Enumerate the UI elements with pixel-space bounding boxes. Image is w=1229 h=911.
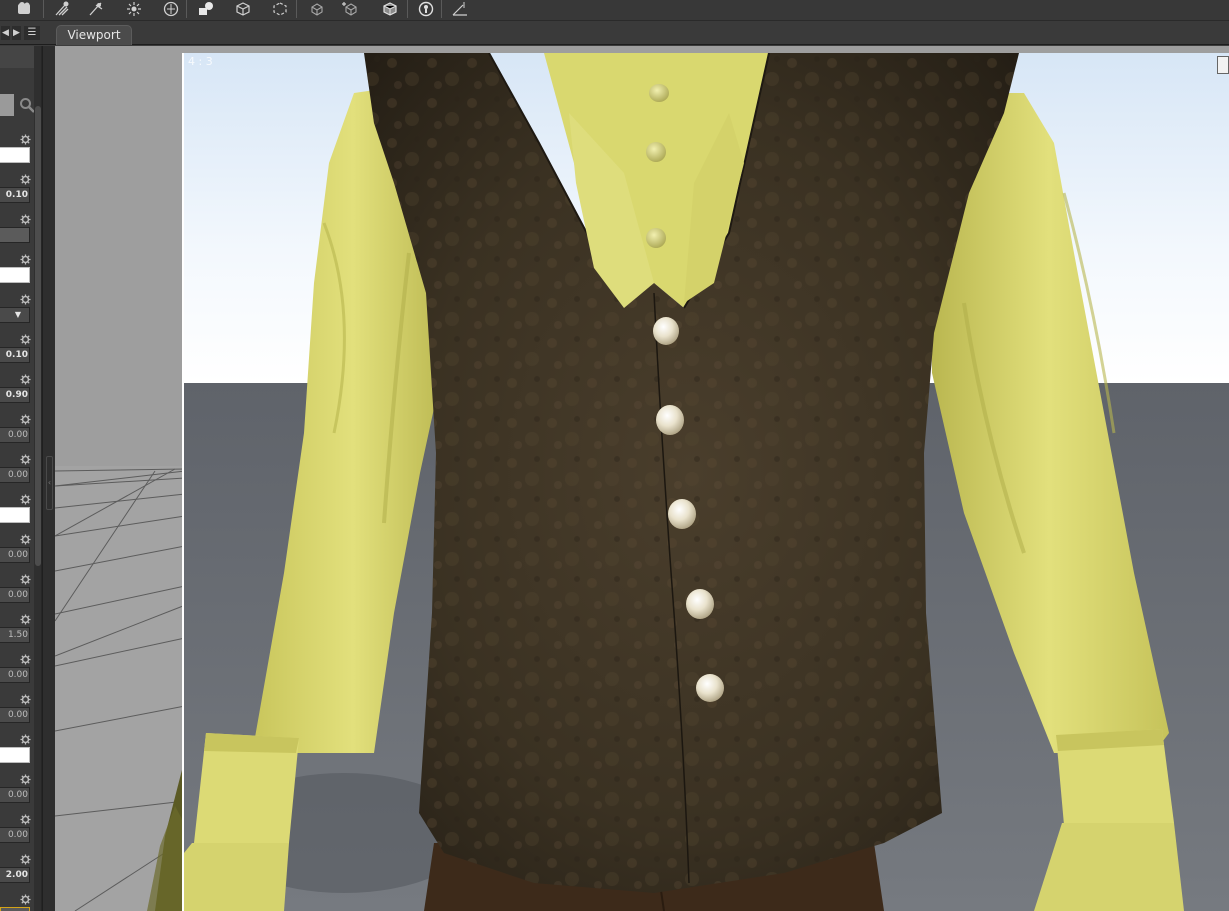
node-icon[interactable]: [233, 0, 253, 18]
toolbar-separator: [407, 0, 408, 18]
gear-icon[interactable]: [20, 170, 31, 185]
gear-icon[interactable]: [20, 250, 31, 265]
gear-icon[interactable]: [20, 410, 31, 425]
parameter-value-field[interactable]: 0.00: [0, 547, 30, 563]
parameter-row: 0.00: [0, 766, 32, 806]
gear-icon[interactable]: [20, 490, 31, 505]
gear-icon[interactable]: [20, 610, 31, 625]
spot-light-icon[interactable]: [52, 0, 72, 18]
tab-strip: ◀ ▶ ☰ Viewport: [0, 21, 1229, 45]
measure-icon[interactable]: [450, 0, 470, 18]
parameter-row: [0, 206, 32, 246]
parameter-row: 0.00: [0, 646, 32, 686]
parameter-row: [0, 726, 32, 766]
parameter-value-field[interactable]: 0.90: [0, 387, 30, 403]
parameter-value-field[interactable]: 0.00: [0, 667, 30, 683]
parameter-row: 0.00: [0, 526, 32, 566]
scroll-left-icon[interactable]: ◀: [1, 26, 10, 40]
parameter-row: 1.50: [0, 606, 32, 646]
parameter-value-field[interactable]: [0, 747, 30, 763]
parameter-value-field[interactable]: 0.00: [0, 467, 30, 483]
aspect-ratio-label: 4 : 3: [188, 55, 213, 68]
distant-light-icon[interactable]: [124, 0, 144, 18]
parameter-value-field[interactable]: [0, 227, 30, 243]
figure-render: [184, 53, 1229, 911]
toolbar-separator: [43, 0, 44, 18]
gear-icon[interactable]: [20, 690, 31, 705]
parameter-value-field[interactable]: 0.10: [0, 347, 30, 363]
toolbar-separator: [441, 0, 442, 18]
viewport[interactable]: 4 : 3: [55, 46, 1229, 911]
parameter-value-field[interactable]: 0.00: [0, 707, 30, 723]
scroll-right-icon[interactable]: ▶: [12, 26, 21, 40]
gear-icon[interactable]: [20, 890, 31, 905]
parameters-panel: 0.10 ▼ 0.10 0.90 0.00 0.00 0.00 0.00 1.50 0.00 0.0…: [0, 46, 42, 911]
gear-icon[interactable]: [20, 810, 31, 825]
parameter-row: [0, 246, 32, 286]
parameter-search-input[interactable]: [0, 94, 14, 116]
parameter-row: [0, 126, 32, 166]
parameter-value-field[interactable]: [0, 507, 30, 523]
gear-icon[interactable]: [20, 290, 31, 305]
parameter-row: 0.90: [0, 366, 32, 406]
geometry-icon[interactable]: [307, 0, 327, 18]
parameter-value-field[interactable]: 2.00: [0, 867, 30, 883]
parameter-row: 0.00: [0, 806, 32, 846]
parameter-row: 0.00: [0, 446, 32, 486]
gear-icon[interactable]: [20, 850, 31, 865]
toolbar: [0, 0, 1229, 21]
collapse-handle[interactable]: ‹: [46, 456, 53, 510]
toolbar-separator: [186, 0, 187, 18]
viewport-corner-button[interactable]: [1217, 56, 1229, 74]
parameter-row: [0, 486, 32, 526]
primitive-shapes-icon[interactable]: [196, 0, 216, 18]
linear-light-icon[interactable]: [161, 0, 181, 18]
gear-icon[interactable]: [20, 530, 31, 545]
parameter-row: 0.00: [0, 406, 32, 446]
parameter-row: [0, 886, 32, 911]
gear-icon[interactable]: [20, 130, 31, 145]
gear-icon[interactable]: [20, 650, 31, 665]
parameter-value-field[interactable]: [0, 907, 30, 911]
geometry-editor-icon[interactable]: [380, 0, 400, 18]
transform-nodes-icon[interactable]: [270, 0, 290, 18]
tab-menu-icon[interactable]: ☰: [24, 26, 40, 40]
parameter-row: 0.00: [0, 686, 32, 726]
parameter-value-field[interactable]: [0, 147, 30, 163]
parameter-value-field[interactable]: 0.00: [0, 827, 30, 843]
gear-icon[interactable]: [20, 330, 31, 345]
render-preview[interactable]: 4 : 3: [182, 53, 1229, 911]
parameter-value-field[interactable]: [0, 267, 30, 283]
gear-icon[interactable]: [20, 210, 31, 225]
parameter-dropdown[interactable]: ▼: [0, 307, 30, 323]
gear-icon[interactable]: [20, 370, 31, 385]
panel-splitter[interactable]: ‹: [42, 46, 55, 911]
parameter-value-field[interactable]: 1.50: [0, 627, 30, 643]
parameter-value-field[interactable]: 0.00: [0, 427, 30, 443]
parameter-row: ▼: [0, 286, 32, 326]
parameter-value-field[interactable]: 0.00: [0, 787, 30, 803]
parameter-row: 2.00: [0, 846, 32, 886]
parameter-row: 0.10: [0, 166, 32, 206]
gear-icon[interactable]: [20, 770, 31, 785]
gear-icon[interactable]: [20, 570, 31, 585]
gear-icon[interactable]: [20, 730, 31, 745]
parameter-value-field[interactable]: 0.00: [0, 587, 30, 603]
add-geometry-icon[interactable]: [339, 0, 359, 18]
joint-editor-icon[interactable]: [416, 0, 436, 18]
tab-viewport[interactable]: Viewport: [56, 25, 132, 45]
point-light-icon[interactable]: [86, 0, 106, 18]
gear-icon[interactable]: [20, 450, 31, 465]
toolbar-separator: [296, 0, 297, 18]
app-window: ◀ ▶ ☰ Viewport 0.10 ▼ 0.10 0.90 0.00 0.00 0.00…: [0, 0, 1229, 911]
parameters-scrollbar[interactable]: [34, 46, 41, 911]
parameter-row: 0.00: [0, 566, 32, 606]
parameter-row: 0.10: [0, 326, 32, 366]
parameter-value-field[interactable]: 0.10: [0, 187, 30, 203]
figure-camera-icon[interactable]: [14, 0, 34, 18]
scrollbar-thumb[interactable]: [35, 106, 41, 566]
